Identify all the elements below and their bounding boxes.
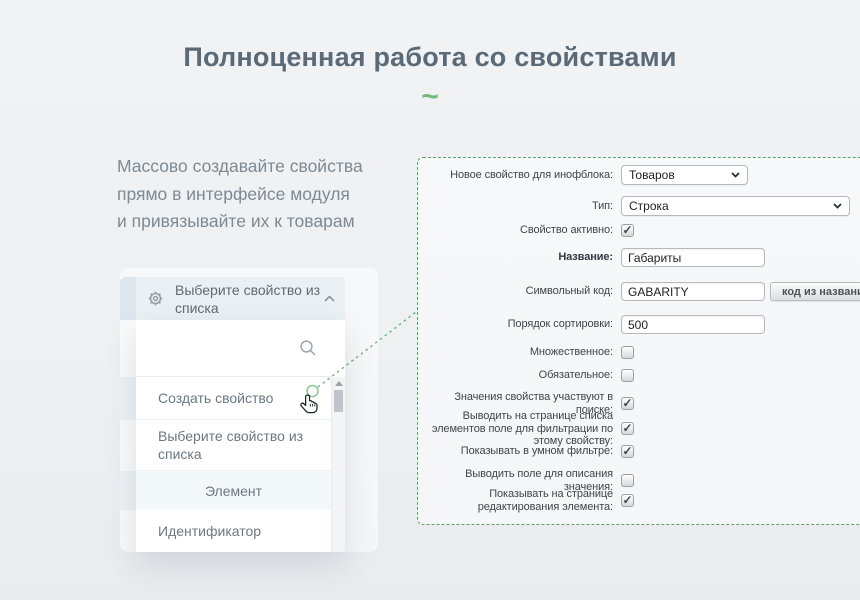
background-row <box>120 377 137 420</box>
dropdown-item-select-from-list[interactable]: Выберите свойство из списка <box>136 420 331 471</box>
page: Полноценная работа со свойствами ~ Массо… <box>0 0 860 600</box>
dropdown-header-label: Выберите свойство из списка <box>175 281 324 317</box>
background-row <box>120 320 137 377</box>
background-row <box>120 420 137 471</box>
sort-order-input[interactable] <box>621 315 765 334</box>
search-icon <box>299 339 317 357</box>
field-label-sort: Порядок сортировки: <box>418 318 613 331</box>
property-select-header[interactable]: Выберите свойство из списка <box>136 277 345 320</box>
active-checkbox[interactable]: ✓ <box>621 224 634 237</box>
infoblock-select[interactable]: Товаров <box>621 165 748 185</box>
required-checkbox[interactable] <box>621 369 634 382</box>
intro-line: и привязывайте их к товарам <box>117 208 363 236</box>
background-row <box>120 510 137 550</box>
background-row <box>120 277 137 320</box>
field-label-required: Обязательное: <box>418 369 613 382</box>
background-row <box>120 471 137 510</box>
value-description-checkbox[interactable] <box>621 474 634 487</box>
dropdown-item-identifier[interactable]: Идентификатор <box>136 510 331 552</box>
type-select-value: Строка <box>629 199 669 213</box>
scrollbar[interactable] <box>331 377 345 552</box>
symbolic-code-input[interactable] <box>621 282 765 301</box>
field-label-code: Символьный код: <box>418 285 613 298</box>
chevron-up-icon <box>324 295 335 302</box>
field-label-show-on-edit-page: Показывать на странице редактирования эл… <box>418 488 613 513</box>
infoblock-select-value: Товаров <box>629 168 675 182</box>
name-input[interactable] <box>621 248 765 267</box>
field-label-smart-filter: Показывать в умном фильтре: <box>418 445 613 458</box>
scrollbar-thumb[interactable] <box>334 390 343 412</box>
gear-icon <box>146 289 165 308</box>
field-label-infoblock: Новое свойство для инофблока: <box>418 169 613 182</box>
intro-line: прямо в интерфейсе модуля <box>117 181 363 209</box>
chevron-down-icon <box>833 203 842 209</box>
chevron-down-icon <box>731 172 740 178</box>
dropdown-item-element[interactable]: Элемент <box>136 471 331 510</box>
type-select[interactable]: Строка <box>621 196 850 216</box>
property-form-panel: Новое свойство для инофблока: Товаров Ти… <box>417 157 860 525</box>
field-label-type: Тип: <box>418 200 613 213</box>
field-label-filterable: Выводить на странице списка элементов по… <box>418 410 613 448</box>
code-from-name-button[interactable]: код из названия <box>770 282 860 301</box>
intro-text: Массово создавайте свойства прямо в инте… <box>117 153 363 236</box>
intro-line: Массово создавайте свойства <box>117 153 363 181</box>
filterable-checkbox[interactable]: ✓ <box>621 422 634 435</box>
field-label-multiple: Множественное: <box>418 346 613 359</box>
accent-tilde: ~ <box>0 80 860 114</box>
dropdown-search[interactable] <box>136 320 331 377</box>
page-title: Полноценная работа со свойствами <box>0 42 860 73</box>
field-label-active: Свойство активно: <box>418 224 613 237</box>
dropdown-item-create-property[interactable]: Создать свойство <box>136 377 331 420</box>
property-dropdown: Создать свойство Выберите свойство из сп… <box>136 320 345 552</box>
show-on-edit-page-checkbox[interactable]: ✓ <box>621 494 634 507</box>
field-label-name: Название: <box>418 251 613 264</box>
multiple-checkbox[interactable] <box>621 346 634 359</box>
scroll-up-icon[interactable] <box>335 381 343 386</box>
searchable-checkbox[interactable]: ✓ <box>621 397 634 410</box>
smart-filter-checkbox[interactable]: ✓ <box>621 445 634 458</box>
